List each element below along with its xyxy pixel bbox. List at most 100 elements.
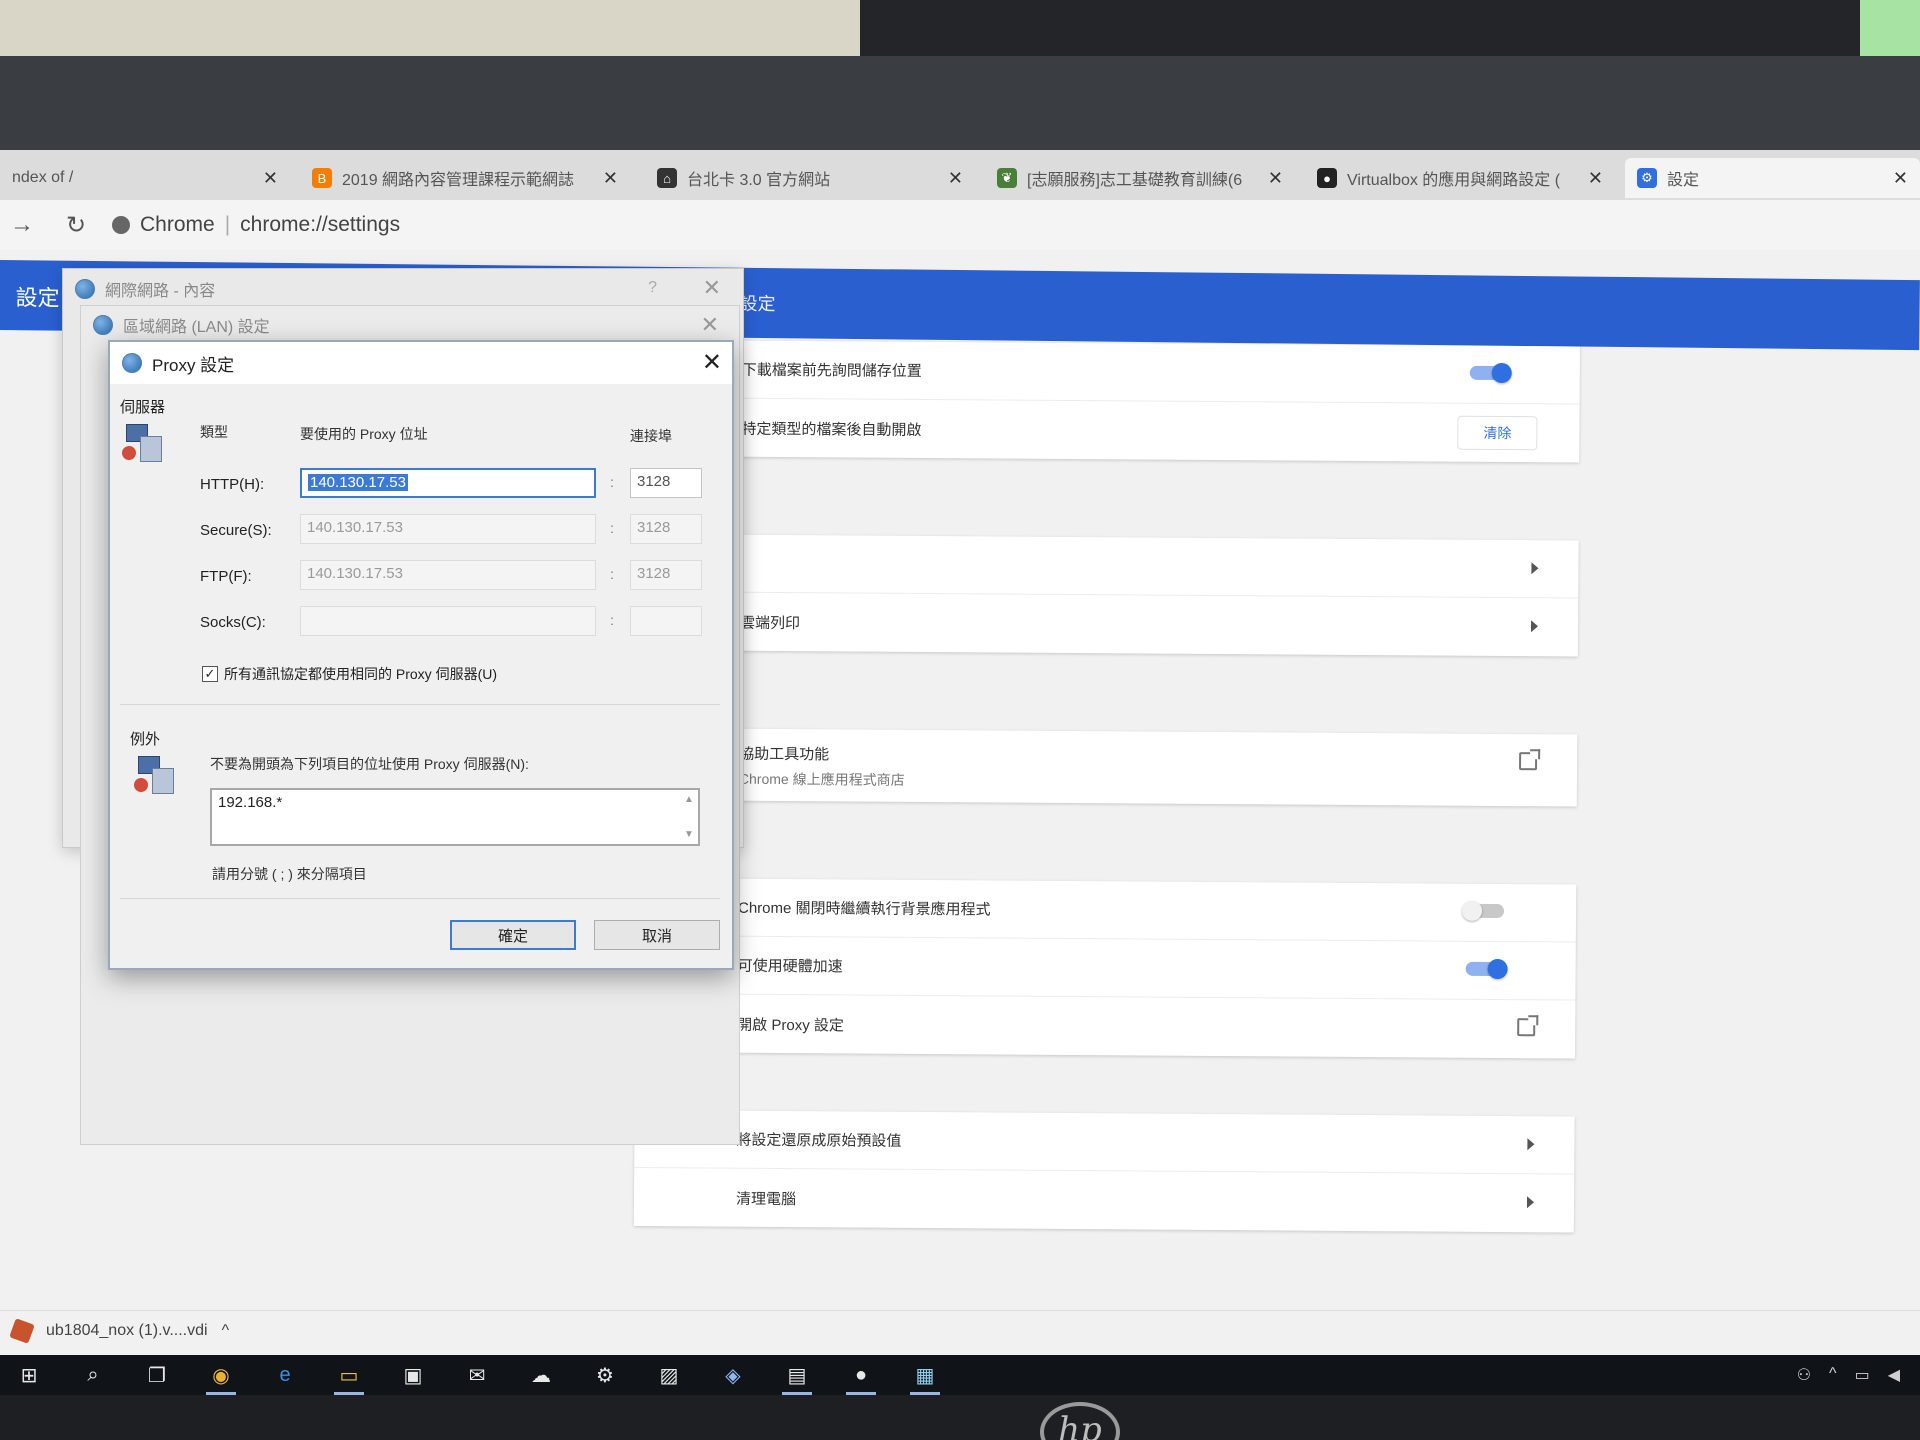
- cancel-button[interactable]: 取消: [594, 920, 720, 950]
- system-tray: ⚇ ^ ▭ ◀: [1797, 1365, 1900, 1385]
- ftp-address-input[interactable]: 140.130.17.53: [300, 560, 596, 590]
- reload-icon[interactable]: ↻: [58, 211, 94, 240]
- chrome-icon[interactable]: ◉: [202, 1359, 240, 1395]
- close-icon[interactable]: ✕: [703, 275, 721, 301]
- accessibility-row[interactable]: 協助工具功能 Chrome 線上應用程式商店: [637, 728, 1577, 807]
- ftp-port-input[interactable]: 3128: [630, 560, 702, 590]
- exceptions-hint: 請用分號 ( ; ) 來分隔項目: [212, 866, 367, 882]
- file-explorer-icon[interactable]: ▭: [330, 1359, 368, 1395]
- forward-icon[interactable]: →: [4, 211, 40, 239]
- scroll-up-icon[interactable]: ▲: [684, 794, 694, 805]
- terminal-icon[interactable]: ▤: [778, 1359, 816, 1395]
- tab-settings[interactable]: ⚙ 設定 ✕: [1625, 158, 1920, 198]
- row-label: 可使用硬體加速: [737, 957, 843, 976]
- download-filename[interactable]: ub1804_nox (1).v....vdi: [46, 1322, 208, 1340]
- type-column-header: 類型: [200, 424, 228, 440]
- ask-save-location-row[interactable]: 下載檔案前先詢問儲存位置: [639, 340, 1580, 405]
- same-proxy-checkbox[interactable]: ✓ 所有通訊協定都使用相同的 Proxy 伺服器(U): [202, 664, 497, 684]
- virtualbox-icon[interactable]: ◈: [714, 1359, 752, 1391]
- address-bar[interactable]: Chrome | chrome://settings: [112, 213, 400, 237]
- monitor-bezel-bottom: [0, 1395, 1920, 1440]
- settings-title: 設定: [15, 285, 60, 311]
- ok-button[interactable]: 確定: [450, 920, 576, 950]
- ask-save-location-toggle[interactable]: [1469, 365, 1508, 381]
- row-label: 清理電腦: [735, 1190, 797, 1208]
- tab-label: Virtualbox 的應用與網路設定 (: [1347, 172, 1561, 189]
- store-icon[interactable]: ▣: [394, 1359, 432, 1391]
- windows-start-icon[interactable]: ⊞: [10, 1359, 48, 1391]
- clear-button[interactable]: 清除: [1457, 415, 1538, 451]
- auto-open-row: 特定類型的檔案後自動開啟 清除: [639, 398, 1579, 463]
- colon: :: [610, 566, 614, 582]
- background-apps-row[interactable]: Chrome 關閉時繼續執行背景應用程式: [635, 877, 1577, 943]
- secure-address-input[interactable]: 140.130.17.53: [300, 514, 596, 544]
- socks-label: Socks(C):: [200, 614, 266, 631]
- proxy-settings-dialog: Proxy 設定 ✕ 伺服器 類型 要使用的 Proxy 位址 連接埠 HTTP…: [108, 340, 734, 970]
- close-icon[interactable]: ✕: [1588, 168, 1603, 189]
- close-icon[interactable]: ✕: [701, 312, 719, 338]
- cloud-print-row[interactable]: 雲端列印: [638, 592, 1578, 657]
- settings-icon[interactable]: ⚙: [586, 1359, 624, 1391]
- windows-taskbar: ⊞ ⌕ ❐ ◉ e ▭ ▣ ✉ ☁ ⚙ ▨ ◈ ▤ ● ▦ ⚇ ^ ▭ ◀: [0, 1355, 1920, 1395]
- row-label: 將設定還原成原始預設值: [736, 1131, 902, 1150]
- socks-address-input[interactable]: [300, 606, 596, 636]
- people-icon[interactable]: ⚇: [1797, 1365, 1811, 1385]
- hardware-acceleration-row[interactable]: 可使用硬體加速: [635, 935, 1576, 1001]
- app-icon[interactable]: ▦: [906, 1359, 944, 1395]
- socks-port-input[interactable]: [630, 606, 702, 636]
- checkbox-check-icon[interactable]: ✓: [202, 666, 218, 682]
- dialog-titlebar: 網際網路 - 內容: [63, 269, 743, 309]
- chevron-up-icon[interactable]: ^: [222, 1322, 230, 1340]
- media-icon[interactable]: ●: [842, 1359, 880, 1395]
- network-computers-icon: [134, 756, 178, 796]
- http-address-input[interactable]: 140.130.17.53: [300, 468, 596, 498]
- close-icon[interactable]: ✕: [702, 348, 722, 377]
- hardware-acceleration-toggle[interactable]: [1465, 961, 1504, 977]
- tab-virtualbox[interactable]: ● Virtualbox 的應用與網路設定 ( ✕: [1305, 158, 1615, 198]
- close-icon[interactable]: ✕: [263, 168, 278, 189]
- site-info-icon[interactable]: [112, 216, 130, 234]
- volume-icon[interactable]: ◀: [1888, 1365, 1900, 1385]
- photos-icon[interactable]: ▨: [650, 1359, 688, 1391]
- secure-port-input[interactable]: 3128: [630, 514, 702, 544]
- arrow-right-icon: [1526, 1196, 1535, 1209]
- row-sublabel: Chrome 線上應用程式商店: [738, 770, 905, 788]
- tab-index[interactable]: ndex of / ✕: [0, 158, 290, 198]
- close-icon[interactable]: ✕: [1893, 168, 1908, 189]
- task-view-icon[interactable]: ❐: [138, 1359, 176, 1391]
- background-apps-toggle[interactable]: [1465, 903, 1505, 919]
- close-icon[interactable]: ✕: [948, 168, 963, 189]
- restore-defaults-row[interactable]: 將設定還原成原始預設值: [634, 1109, 1575, 1175]
- tab-label: 設定: [1667, 172, 1700, 189]
- exceptions-group-label: 例外: [130, 731, 161, 748]
- tab-volunteer[interactable]: ❦ [志願服務]志工基礎教育訓練(6 ✕: [985, 158, 1295, 198]
- help-icon[interactable]: ?: [648, 279, 657, 297]
- reset-section-title: 重設與清理: [635, 1074, 1575, 1105]
- edge-icon[interactable]: e: [266, 1359, 304, 1391]
- row-label: 開啟 Proxy 設定: [737, 1016, 844, 1034]
- tab-taipei-card[interactable]: ⌂ 台北卡 3.0 官方網站 ✕: [645, 158, 975, 198]
- cloud-icon[interactable]: ☁: [522, 1359, 560, 1391]
- chevron-up-icon[interactable]: ^: [1829, 1365, 1837, 1385]
- settings-search-hint: 設定: [739, 293, 776, 315]
- http-port-input[interactable]: 3128: [630, 468, 702, 498]
- close-icon[interactable]: ✕: [1268, 168, 1283, 189]
- close-icon[interactable]: ✕: [603, 168, 618, 189]
- accessibility-card: 協助工具功能 Chrome 線上應用程式商店: [636, 727, 1578, 807]
- network-icon[interactable]: ▭: [1855, 1365, 1870, 1385]
- printers-row[interactable]: [638, 533, 1579, 599]
- url-text[interactable]: chrome://settings: [240, 213, 400, 237]
- textarea-scrollbar[interactable]: ▲ ▼: [682, 794, 696, 840]
- mail-icon[interactable]: ✉: [458, 1359, 496, 1391]
- cleanup-computer-row[interactable]: 清理電腦: [634, 1168, 1574, 1233]
- open-proxy-settings-row[interactable]: 開啟 Proxy 設定: [635, 994, 1575, 1059]
- tab-blog[interactable]: B 2019 網路內容管理課程示範網誌 ✕: [300, 158, 630, 198]
- scroll-down-icon[interactable]: ▼: [684, 829, 694, 840]
- exceptions-textarea[interactable]: 192.168.* ▲ ▼: [210, 788, 700, 846]
- dialog-titlebar: 區域網路 (LAN) 設定: [81, 306, 739, 344]
- arrow-right-icon: [1530, 620, 1539, 633]
- tab-strip: ndex of / ✕ B 2019 網路內容管理課程示範網誌 ✕ ⌂ 台北卡 …: [0, 150, 1920, 200]
- search-icon[interactable]: ⌕: [74, 1359, 112, 1391]
